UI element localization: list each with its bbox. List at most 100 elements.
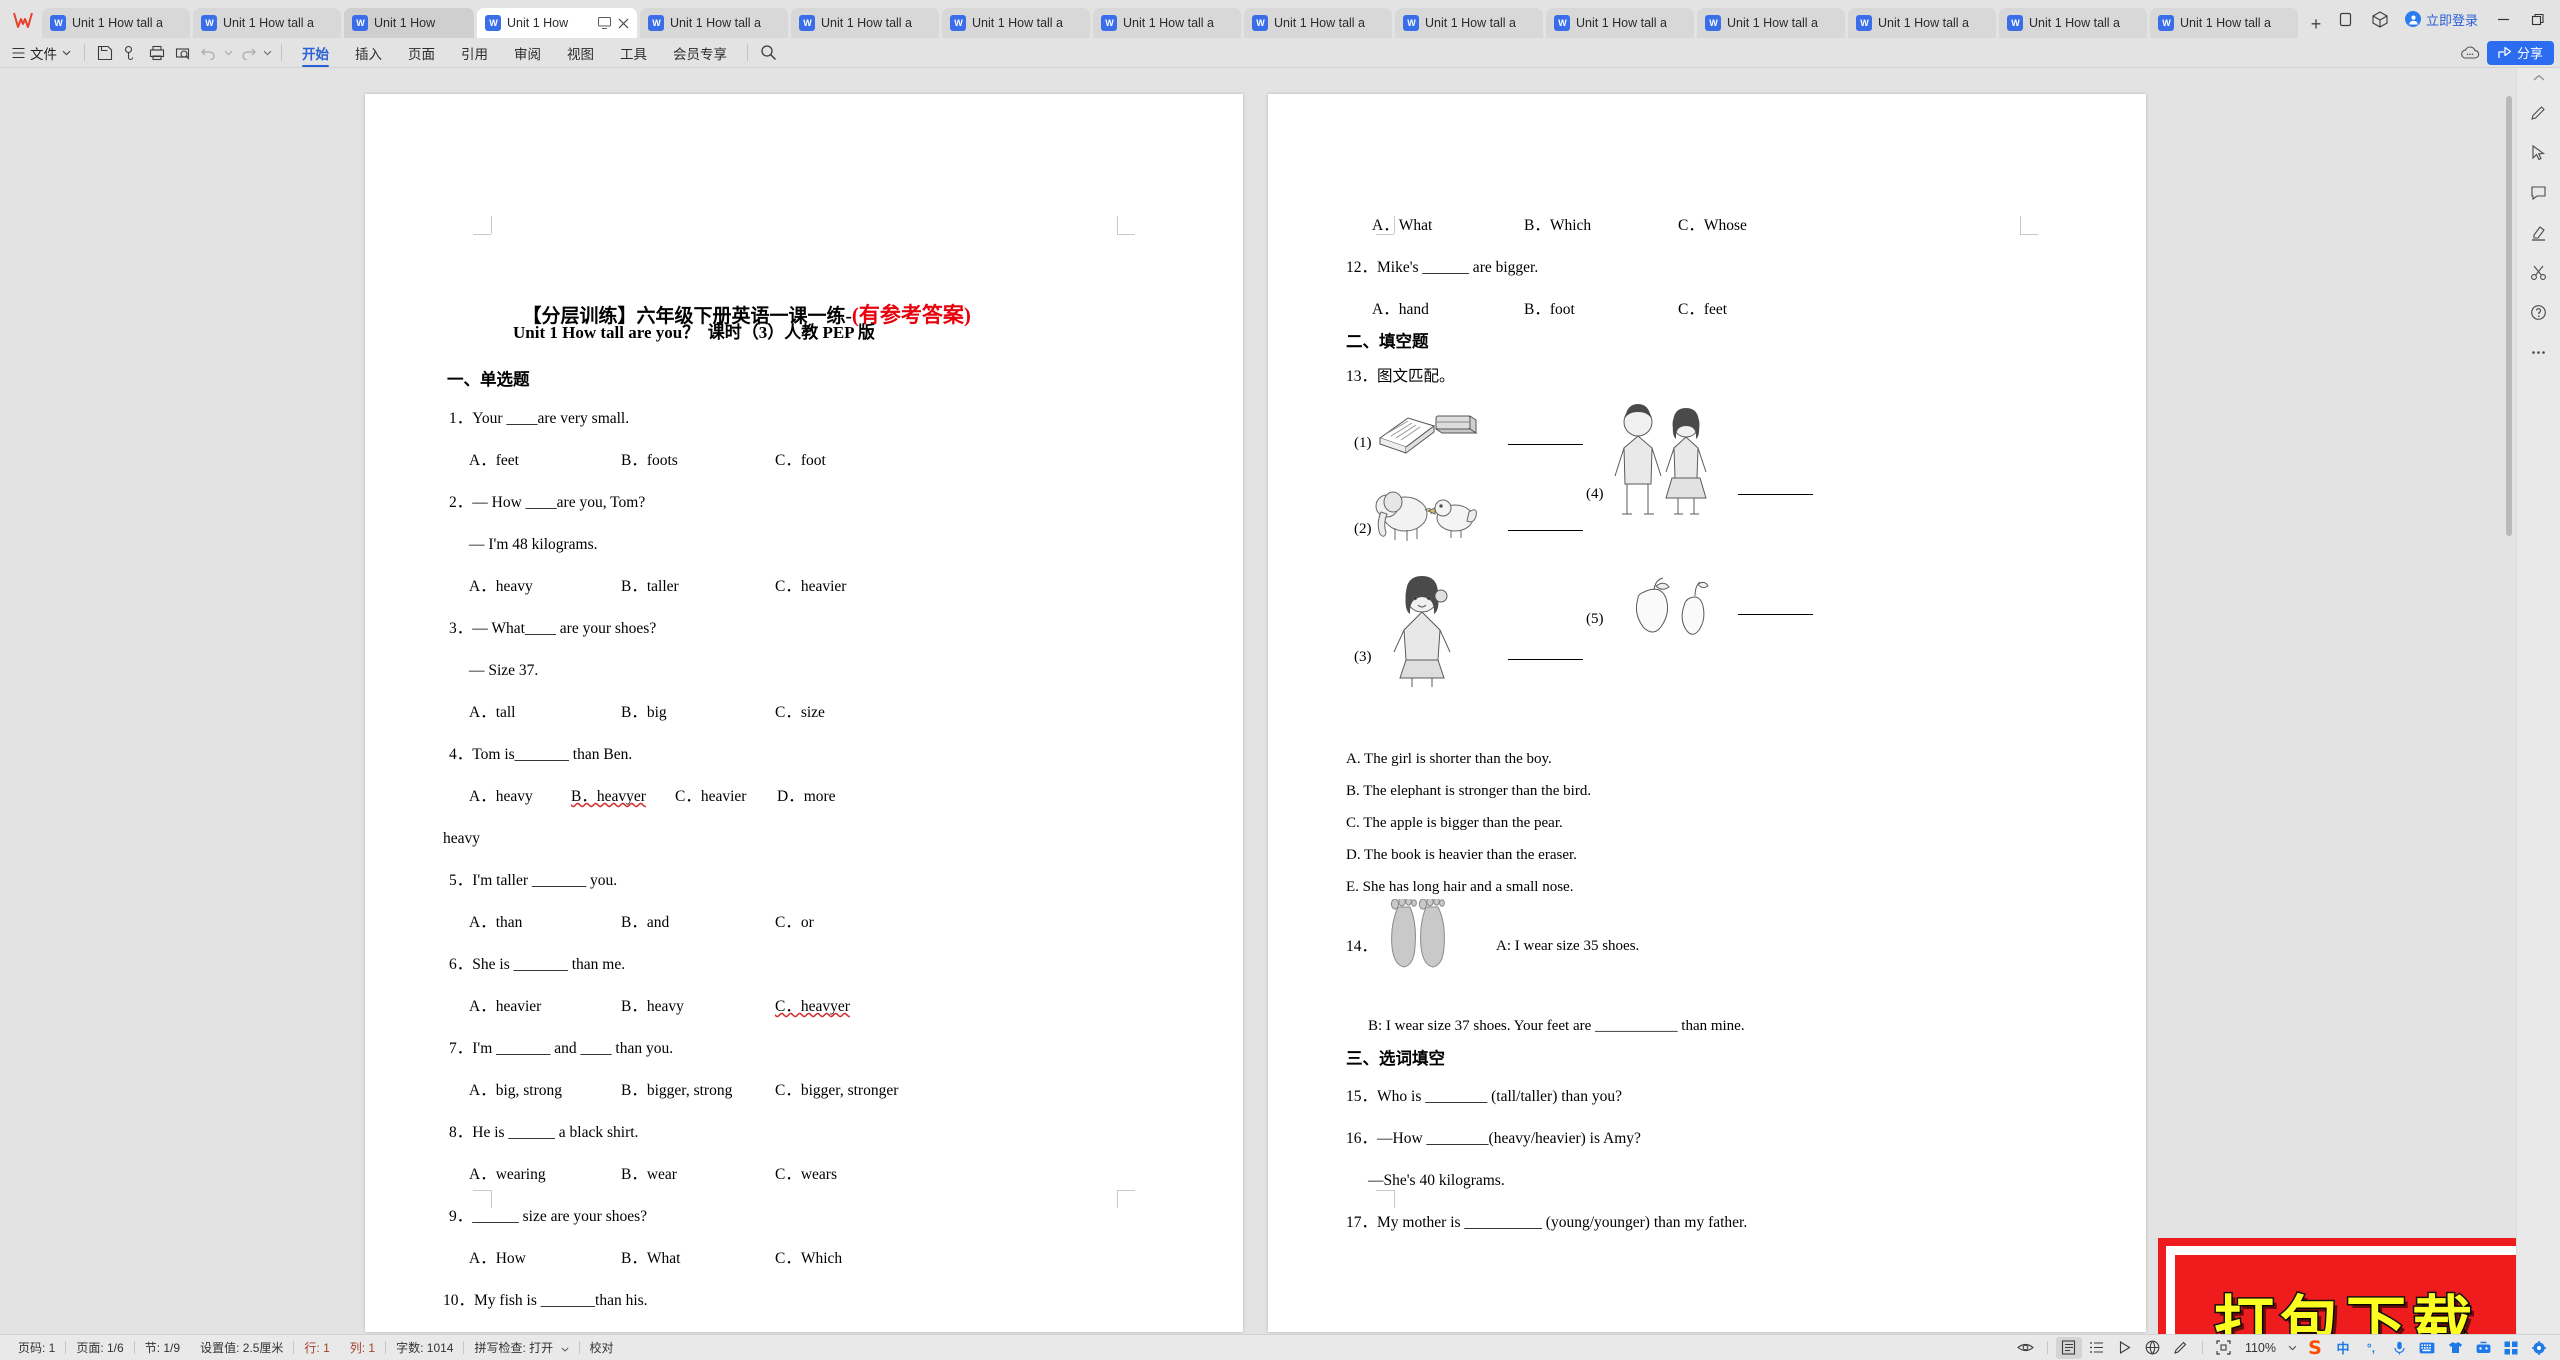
- redo-dropdown-icon[interactable]: [261, 41, 274, 65]
- login-button[interactable]: 立即登录: [2397, 4, 2486, 34]
- skin-icon[interactable]: [2442, 1337, 2468, 1359]
- status-proofread[interactable]: 校对: [580, 1339, 624, 1356]
- print-icon[interactable]: [144, 41, 170, 65]
- chevron-down-icon[interactable]: [560, 1341, 569, 1355]
- window-restore-icon[interactable]: [2329, 4, 2363, 34]
- document-page-left[interactable]: 【分层训练】六年级下册英语一课一练-(有参考答案) Unit 1 How tal…: [365, 94, 1243, 1332]
- wps-logo-icon[interactable]: [4, 2, 42, 38]
- undo-dropdown-icon[interactable]: [222, 41, 235, 65]
- web-view-icon[interactable]: [2140, 1337, 2166, 1359]
- status-setting-value[interactable]: 设置值: 2.5厘米: [190, 1339, 293, 1356]
- pair-label-1: (1): [1354, 435, 1372, 451]
- pen-edit-icon[interactable]: [2524, 98, 2554, 126]
- answer-blank[interactable]: [1508, 530, 1583, 531]
- doc-tab[interactable]: W Unit 1 How tall a: [2150, 8, 2298, 38]
- tab-review[interactable]: 审阅: [501, 39, 554, 67]
- eye-icon[interactable]: [2013, 1337, 2039, 1359]
- file-menu-button[interactable]: 文件: [6, 40, 77, 66]
- doc-tab[interactable]: W Unit 1 How tall a: [193, 8, 341, 38]
- new-tab-button[interactable]: +: [2303, 10, 2329, 38]
- cloud-share-icon[interactable]: [118, 41, 144, 65]
- option: A．heavier: [469, 998, 542, 1015]
- doc-tab-active[interactable]: W Unit 1 How: [477, 8, 637, 38]
- status-word-count[interactable]: 字数: 1014: [386, 1339, 463, 1356]
- keyboard-icon[interactable]: [2414, 1337, 2440, 1359]
- doc-tab[interactable]: W Unit 1 How: [344, 8, 474, 38]
- zoom-dropdown-icon[interactable]: [2284, 1337, 2300, 1359]
- status-row[interactable]: 行: 1: [294, 1339, 339, 1356]
- doc-tab[interactable]: W Unit 1 How tall a: [1395, 8, 1543, 38]
- doc-tab[interactable]: W Unit 1 How tall a: [1999, 8, 2147, 38]
- scrollbar-thumb[interactable]: [2506, 96, 2512, 536]
- more-icon[interactable]: [2524, 338, 2554, 366]
- option: A．tall: [469, 704, 516, 721]
- doc-tab[interactable]: W Unit 1 How tall a: [42, 8, 190, 38]
- outline-view-icon[interactable]: [2084, 1337, 2110, 1359]
- help-icon[interactable]: [2524, 298, 2554, 326]
- cloud-icon[interactable]: [2457, 41, 2483, 65]
- word-doc-icon: W: [648, 15, 664, 31]
- question-stem: 15．Who is ________ (tall/taller) than yo…: [1346, 1088, 1622, 1105]
- status-column[interactable]: 列: 1: [340, 1339, 385, 1356]
- status-page-number[interactable]: 页码: 1: [8, 1339, 65, 1356]
- doc-tab[interactable]: W Unit 1 How tall a: [791, 8, 939, 38]
- page-view-icon[interactable]: [2055, 1336, 2082, 1359]
- chinese-mode-icon[interactable]: 中: [2330, 1337, 2356, 1359]
- download-watermark-stamp[interactable]: 打包下载: [2166, 1246, 2516, 1334]
- highlight-icon[interactable]: [2524, 218, 2554, 246]
- print-preview-icon[interactable]: [170, 41, 196, 65]
- tab-member[interactable]: 会员专享: [660, 39, 740, 67]
- minimize-button[interactable]: [2486, 4, 2520, 34]
- status-page-count[interactable]: 页面: 1/6: [66, 1339, 133, 1356]
- doc-tab[interactable]: W Unit 1 How tall a: [942, 8, 1090, 38]
- crop-mark: [2020, 234, 2038, 235]
- answer-blank[interactable]: [1508, 659, 1583, 660]
- tab-tools[interactable]: 工具: [607, 39, 660, 67]
- play-icon[interactable]: [2112, 1337, 2138, 1359]
- doc-tab[interactable]: W Unit 1 How tall a: [1546, 8, 1694, 38]
- toolbox-icon[interactable]: [2470, 1337, 2496, 1359]
- comment-icon[interactable]: [2524, 178, 2554, 206]
- status-section[interactable]: 节: 1/9: [135, 1339, 190, 1356]
- answer-blank[interactable]: [1738, 494, 1813, 495]
- document-canvas[interactable]: 【分层训练】六年级下册英语一课一练-(有参考答案) Unit 1 How tal…: [0, 68, 2516, 1334]
- tab-view[interactable]: 视图: [554, 39, 607, 67]
- vertical-scrollbar[interactable]: [2504, 68, 2514, 1334]
- fit-page-icon[interactable]: [2211, 1337, 2237, 1359]
- sogou-icon[interactable]: S: [2302, 1337, 2328, 1359]
- close-icon[interactable]: [618, 18, 629, 29]
- doc-tab[interactable]: W Unit 1 How tall a: [1244, 8, 1392, 38]
- zoom-level[interactable]: 110%: [2239, 1341, 2282, 1355]
- question-stem: 9．______ size are your shoes?: [449, 1208, 648, 1225]
- punctuation-icon[interactable]: °,: [2358, 1337, 2384, 1359]
- cube-icon[interactable]: [2363, 4, 2397, 34]
- doc-tab[interactable]: W Unit 1 How tall a: [640, 8, 788, 38]
- doc-tab[interactable]: W Unit 1 How tall a: [1848, 8, 1996, 38]
- monitor-icon[interactable]: [598, 17, 611, 29]
- status-spellcheck[interactable]: 拼写检查: 打开: [464, 1339, 578, 1356]
- caret-up-icon[interactable]: [2533, 74, 2545, 86]
- close-button[interactable]: [2554, 4, 2560, 34]
- tab-insert[interactable]: 插入: [342, 39, 395, 67]
- save-icon[interactable]: [92, 41, 118, 65]
- tab-reference[interactable]: 引用: [448, 39, 501, 67]
- share-button[interactable]: 分享: [2486, 40, 2554, 65]
- redo-icon[interactable]: [235, 41, 261, 65]
- maximize-button[interactable]: [2520, 4, 2554, 34]
- cursor-icon[interactable]: [2524, 138, 2554, 166]
- tab-start[interactable]: 开始: [289, 39, 342, 67]
- search-icon[interactable]: [755, 41, 781, 65]
- section-heading-2: 二、填空题: [1346, 332, 1429, 351]
- apps-icon[interactable]: [2498, 1337, 2524, 1359]
- doc-tab[interactable]: W Unit 1 How tall a: [1697, 8, 1845, 38]
- document-page-right[interactable]: A．What B．Which C．Whose 12．Mike's ______ …: [1268, 94, 2146, 1332]
- answer-blank[interactable]: [1738, 614, 1813, 615]
- tab-page[interactable]: 页面: [395, 39, 448, 67]
- undo-icon[interactable]: [196, 41, 222, 65]
- answer-blank[interactable]: [1508, 444, 1583, 445]
- doc-tab[interactable]: W Unit 1 How tall a: [1093, 8, 1241, 38]
- settings-icon[interactable]: [2526, 1337, 2552, 1359]
- scissors-icon[interactable]: [2524, 258, 2554, 286]
- mic-icon[interactable]: [2386, 1337, 2412, 1359]
- pen-icon[interactable]: [2168, 1337, 2194, 1359]
